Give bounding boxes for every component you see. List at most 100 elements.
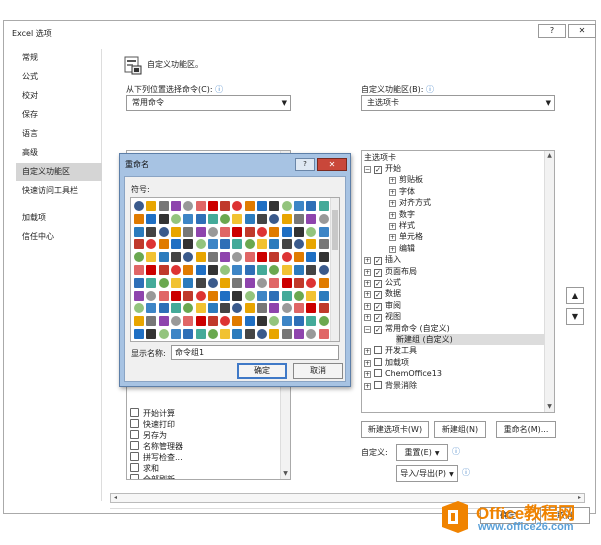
symbol-icon[interactable] [306,316,317,327]
customize-ribbon-select[interactable]: 主选项卡 ▼ [361,95,555,111]
symbol-icon[interactable] [318,303,329,314]
expand-toggle-icon[interactable]: + [389,223,396,230]
symbol-icon[interactable] [269,290,280,301]
expand-toggle-icon[interactable]: + [364,348,371,356]
list-item[interactable]: 开始计算 [130,408,175,419]
symbol-icon[interactable] [220,290,231,301]
symbol-icon[interactable] [281,213,292,224]
symbol-icon[interactable] [318,201,329,211]
reset-button[interactable]: 重置(E) ▼ [396,444,448,461]
symbol-icon[interactable] [232,277,243,288]
symbol-icon[interactable] [281,201,292,211]
tree-item[interactable]: + 编辑 [389,243,415,254]
nav-item[interactable]: 信任中心 [16,228,102,246]
symbol-icon[interactable] [183,303,194,314]
symbol-icon[interactable] [232,239,243,250]
tree-item[interactable]: + ✓ 数据 [364,288,401,300]
symbol-icon[interactable] [170,252,181,263]
nav-item[interactable]: 公式 [16,68,102,86]
expand-toggle-icon[interactable]: + [364,257,371,265]
symbol-icon[interactable] [257,277,267,288]
tree-item[interactable]: + ✓ 插入 [364,254,401,266]
symbol-icon[interactable] [220,213,231,224]
symbol-icon[interactable] [207,252,218,263]
symbol-icon[interactable] [232,290,243,301]
symbol-icon[interactable] [146,226,157,237]
nav-item[interactable]: 保存 [16,106,102,124]
symbol-icon[interactable] [170,201,181,211]
expand-toggle-icon[interactable]: + [364,291,371,299]
symbol-icon[interactable] [281,290,292,301]
symbol-icon[interactable] [244,213,255,224]
symbol-icon[interactable] [269,303,280,314]
symbol-icon[interactable] [146,290,157,301]
symbol-icon[interactable] [293,226,304,237]
nav-item[interactable]: 常规 [16,49,102,67]
symbol-icon[interactable] [207,265,218,275]
symbol-icon[interactable] [158,290,169,301]
symbol-icon[interactable] [183,277,194,288]
tree-item[interactable]: + 样式 [389,220,415,231]
symbol-icon[interactable] [158,329,169,339]
symbol-icon[interactable] [257,303,267,314]
symbol-icon[interactable] [257,316,267,327]
symbol-icon[interactable] [293,290,304,301]
display-name-input[interactable]: 命令组1 [171,345,339,360]
symbol-icon[interactable] [158,265,169,275]
symbol-icon[interactable] [158,316,169,327]
symbol-icon[interactable] [220,252,231,263]
symbol-icon[interactable] [257,226,267,237]
symbol-icon[interactable] [134,316,144,327]
symbol-icon[interactable] [232,226,243,237]
checkbox[interactable] [374,357,382,366]
symbol-icon[interactable] [220,226,231,237]
scroll-up-icon[interactable]: ▲ [545,151,554,161]
checkbox[interactable] [374,346,382,355]
checkbox[interactable]: ✓ [374,257,382,266]
list-item[interactable]: 名称管理器 [130,441,183,452]
symbol-icon[interactable] [207,213,218,224]
symbol-icon[interactable] [146,277,157,288]
symbol-icon[interactable] [220,303,231,314]
symbol-icon[interactable] [269,226,280,237]
symbol-icon[interactable] [318,316,329,327]
symbol-icon[interactable] [146,265,157,275]
close-button[interactable]: ✕ [568,24,596,38]
symbol-icon[interactable] [318,329,329,339]
scroll-down-icon[interactable]: ▼ [545,402,554,412]
symbol-icon[interactable] [281,239,292,250]
expand-toggle-icon[interactable]: + [364,302,371,310]
tree-item[interactable]: + ChemOffice13 [364,368,442,379]
symbol-icon[interactable] [146,239,157,250]
symbol-icon[interactable] [269,265,280,275]
symbol-icon[interactable] [158,277,169,288]
symbol-icon[interactable] [306,277,317,288]
symbol-icon[interactable] [158,213,169,224]
checkbox[interactable]: ✓ [374,302,382,311]
symbol-icon[interactable] [183,316,194,327]
symbol-icon[interactable] [269,213,280,224]
symbol-icon[interactable] [158,226,169,237]
checkbox[interactable]: ✓ [374,268,382,277]
symbol-icon[interactable] [158,239,169,250]
symbol-icon[interactable] [306,265,317,275]
symbol-icon[interactable] [281,226,292,237]
symbol-icon[interactable] [183,213,194,224]
expand-toggle-icon[interactable]: + [389,245,396,253]
symbol-icon[interactable] [293,201,304,211]
symbol-icon[interactable] [257,252,267,263]
tree-item[interactable]: + ✓ 公式 [364,277,401,288]
symbol-icon[interactable] [244,265,255,275]
symbol-icon[interactable] [306,290,317,301]
symbol-icon[interactable] [269,277,280,288]
symbol-icon[interactable] [293,277,304,288]
symbol-icon[interactable] [207,226,218,237]
tree-item[interactable]: 新建组 (自定义) [396,334,546,345]
symbol-icon[interactable] [170,226,181,237]
symbol-icon[interactable] [306,239,317,250]
checkbox[interactable]: ✓ [374,280,382,288]
rename-button[interactable]: 重命名(M)... [496,421,556,438]
expand-toggle-icon[interactable]: + [364,359,371,367]
expand-toggle-icon[interactable]: − [364,325,371,333]
symbol-icon[interactable] [293,265,304,275]
